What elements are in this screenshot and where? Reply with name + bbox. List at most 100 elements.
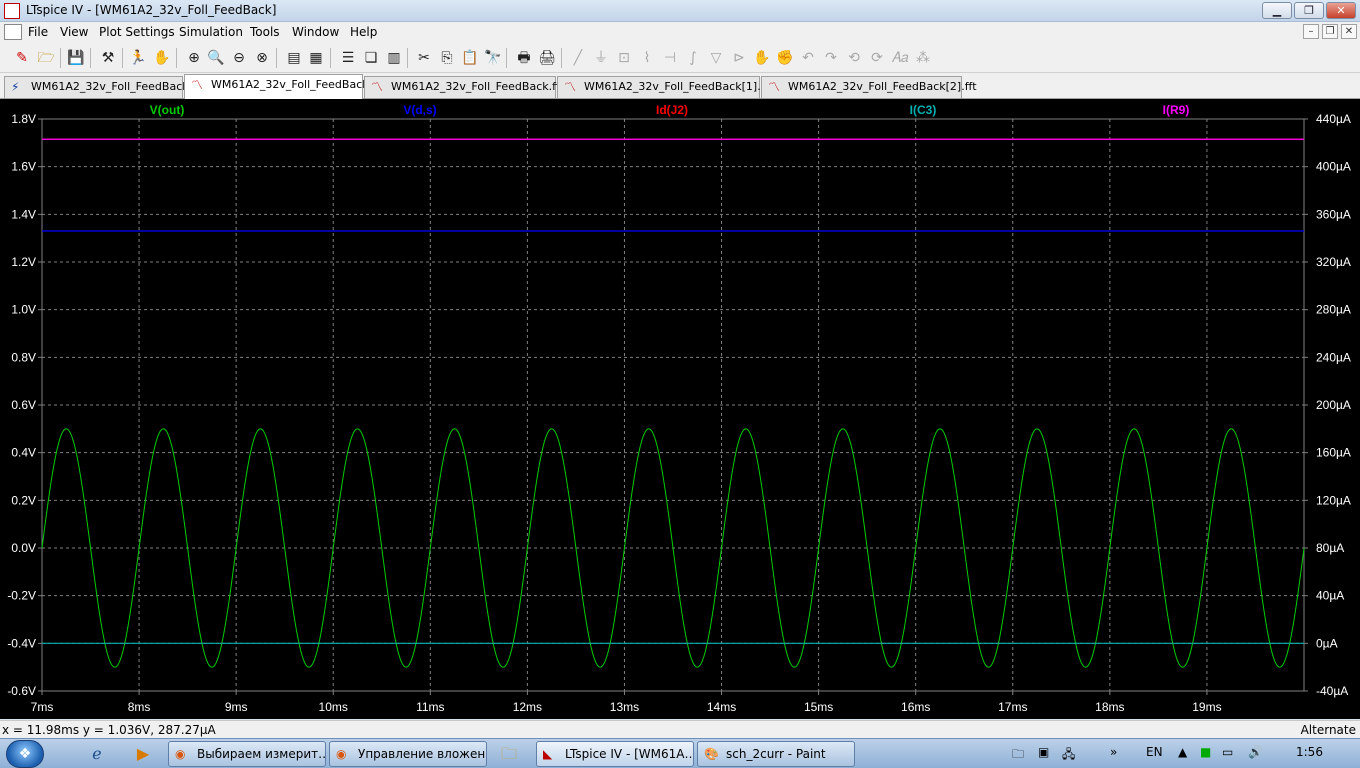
restore-button[interactable]: ❐ [1294,2,1324,19]
close-button[interactable]: ✕ [1326,2,1356,19]
undo-icon[interactable]: ↶ [798,48,818,68]
drag-icon[interactable]: ✊ [775,48,795,68]
y-right-tick-label: 80µA [1316,541,1344,555]
start-button[interactable]: ❖ [6,740,44,768]
plot-area-icon[interactable]: ▦ [306,48,326,68]
show-hidden-icons-icon[interactable]: ▲ [1178,745,1187,759]
tray-app-icon[interactable]: ▣ [1038,745,1049,759]
tab-schematic[interactable]: ⚡ WM61A2_32v_Foll_FeedBack [4,76,189,98]
taskbar-firefox-2[interactable]: ◉ Управление вложен… [329,741,487,767]
cascade-icon[interactable]: ❏ [361,48,381,68]
copy-icon[interactable]: ⎘ [437,48,457,68]
explorer-icon[interactable]: 🗀 [496,742,522,766]
resistor-icon[interactable]: ⌇ [637,48,657,68]
tab-label: WM61A2_32v_Foll_FeedBack[1].fft [584,80,773,93]
tile-vertical-icon[interactable]: ▥ [384,48,404,68]
menu-view[interactable]: View [60,25,88,39]
y-right-tick-label: 40µA [1316,589,1344,603]
zoom-out-icon[interactable]: ⊖ [229,48,249,68]
ie-icon[interactable]: ℯ [84,742,110,766]
mdi-close-button[interactable]: ✕ [1341,24,1357,39]
mdi-restore-button[interactable]: ❐ [1322,24,1338,39]
media-player-icon[interactable]: ▶ [130,742,156,766]
zoom-pan-icon[interactable]: 🔍 [206,48,226,68]
taskbar-ltspice[interactable]: ◣ LTspice IV - [WM61A… [536,741,694,767]
y-left-tick-label: -0.4V [7,636,36,650]
x-tick-label: 11ms [416,700,444,714]
cut-icon[interactable]: ✂ [414,48,434,68]
waveform-icon: 〽 [564,80,577,94]
label-net-icon[interactable]: ⊡ [614,48,634,68]
mirror-icon[interactable]: ⟳ [867,48,887,68]
language-indicator[interactable]: EN [1146,745,1163,759]
paste-icon[interactable]: 📋 [460,48,480,68]
tray-green-icon[interactable]: ■ [1200,745,1211,759]
menu-file[interactable]: File [28,25,48,39]
new-schematic-icon[interactable]: ✎ [12,48,32,68]
tray-folder-icon[interactable]: 🗀 [1012,745,1024,766]
waveform-chart[interactable]: 1.8V 1.6V 1.4V 1.2V 1.0V 0.8V 0.6V 0.4V 0.2V 0.0V… [0,99,1360,719]
run-icon[interactable]: 🏃 [128,48,148,68]
y-left-tick-label: 1.8V [11,112,36,126]
zoom-in-icon[interactable]: ⊕ [184,48,204,68]
component-icon[interactable]: ⊳ [729,48,749,68]
tab-fft-2[interactable]: 〽 WM61A2_32v_Foll_FeedBack[2].fft [761,76,977,98]
toolbar: ✎ 🗁 💾 ⚒ 🏃 ✋ ⊕ 🔍 ⊖ ⊗ ▤ ▦ ☰ ❏ ▥ ✂ ⎘ 📋 🔭 🖶 … [0,42,1360,73]
capacitor-icon[interactable]: ⊣ [660,48,680,68]
ltspice-app-icon[interactable] [4,3,20,19]
ltspice-icon: ◣ [543,747,553,761]
print-setup-icon[interactable]: 🖶 [514,48,534,68]
menu-simulation[interactable]: Simulation [179,25,243,39]
ground-icon[interactable]: ⏚ [591,48,611,68]
move-icon[interactable]: ✋ [752,48,772,68]
waveform-doc-icon[interactable] [4,24,22,40]
y-left-tick-label: 1.4V [11,207,36,221]
y-left-tick-label: -0.2V [7,589,36,603]
taskbar-firefox-1[interactable]: ◉ Выбираем измерит… [168,741,326,767]
control-panel-icon[interactable]: ⚒ [98,48,118,68]
redo-icon[interactable]: ↷ [821,48,841,68]
menu-help[interactable]: Help [350,25,377,39]
taskbar-paint[interactable]: 🎨 sch_2curr - Paint [697,741,855,767]
waveform-plot-pane[interactable]: 1.8V 1.6V 1.4V 1.2V 1.0V 0.8V 0.6V 0.4V 0.2V 0.0V… [0,99,1360,719]
tray-monitor-icon[interactable]: ▭ [1222,745,1233,759]
autorange-icon[interactable]: ▤ [284,48,304,68]
x-tick-label: 14ms [707,700,736,714]
minimize-button[interactable]: ▁ [1262,2,1292,19]
y-right-tick-label: 160µA [1316,446,1351,460]
tab-fft[interactable]: 〽 WM61A2_32v_Foll_FeedBack.fft [364,76,564,98]
wire-icon[interactable]: ╱ [568,48,588,68]
menu-tools[interactable]: Tools [250,25,280,39]
mdi-minimize-button[interactable]: – [1303,24,1319,39]
y-right-tick-label: 280µA [1316,303,1351,317]
y-right-tick-label: -40µA [1316,684,1348,698]
open-folder-icon[interactable]: 🗁 [36,48,56,68]
tile-horizontal-icon[interactable]: ☰ [338,48,358,68]
waveform-icon: 〽 [191,78,204,92]
spice-directive-icon[interactable]: ⁂ [913,48,933,68]
text-icon[interactable]: 𝐴𝑎 [890,48,910,68]
tray-expand-icon[interactable]: » [1110,745,1117,759]
halt-icon[interactable]: ✋ [152,48,172,68]
firefox-icon: ◉ [175,747,186,761]
y-right-tick-label: 200µA [1316,398,1351,412]
y-right-tick-label: 120µA [1316,493,1351,507]
print-icon[interactable]: 🖨 [537,48,557,68]
tab-fft-1[interactable]: 〽 WM61A2_32v_Foll_FeedBack[1].fft [557,76,773,98]
volume-icon[interactable]: 🔊 [1248,745,1263,759]
window-title: LTspice IV - [WM61A2_32v_Foll_FeedBack] [26,3,277,17]
menu-plot-settings[interactable]: Plot Settings [99,25,175,39]
tab-waveform[interactable]: 〽 WM61A2_32v_Foll_FeedBack [184,74,369,99]
legend-v-out-: V(out) [150,103,185,117]
zoom-fit-icon[interactable]: ⊗ [252,48,272,68]
diode-icon[interactable]: ▽ [706,48,726,68]
rotate-icon[interactable]: ⟲ [844,48,864,68]
taskbar-label: Выбираем измерит… [197,747,326,761]
menu-bar: File View Plot Settings Simulation Tools… [0,22,1360,42]
inductor-icon[interactable]: ∫ [683,48,703,68]
menu-window[interactable]: Window [292,25,339,39]
tray-network-icon[interactable]: 🖧 [1062,745,1075,766]
clock[interactable]: 1:56 [1296,745,1323,759]
find-icon[interactable]: 🔭 [483,48,503,68]
save-icon[interactable]: 💾 [66,48,86,68]
